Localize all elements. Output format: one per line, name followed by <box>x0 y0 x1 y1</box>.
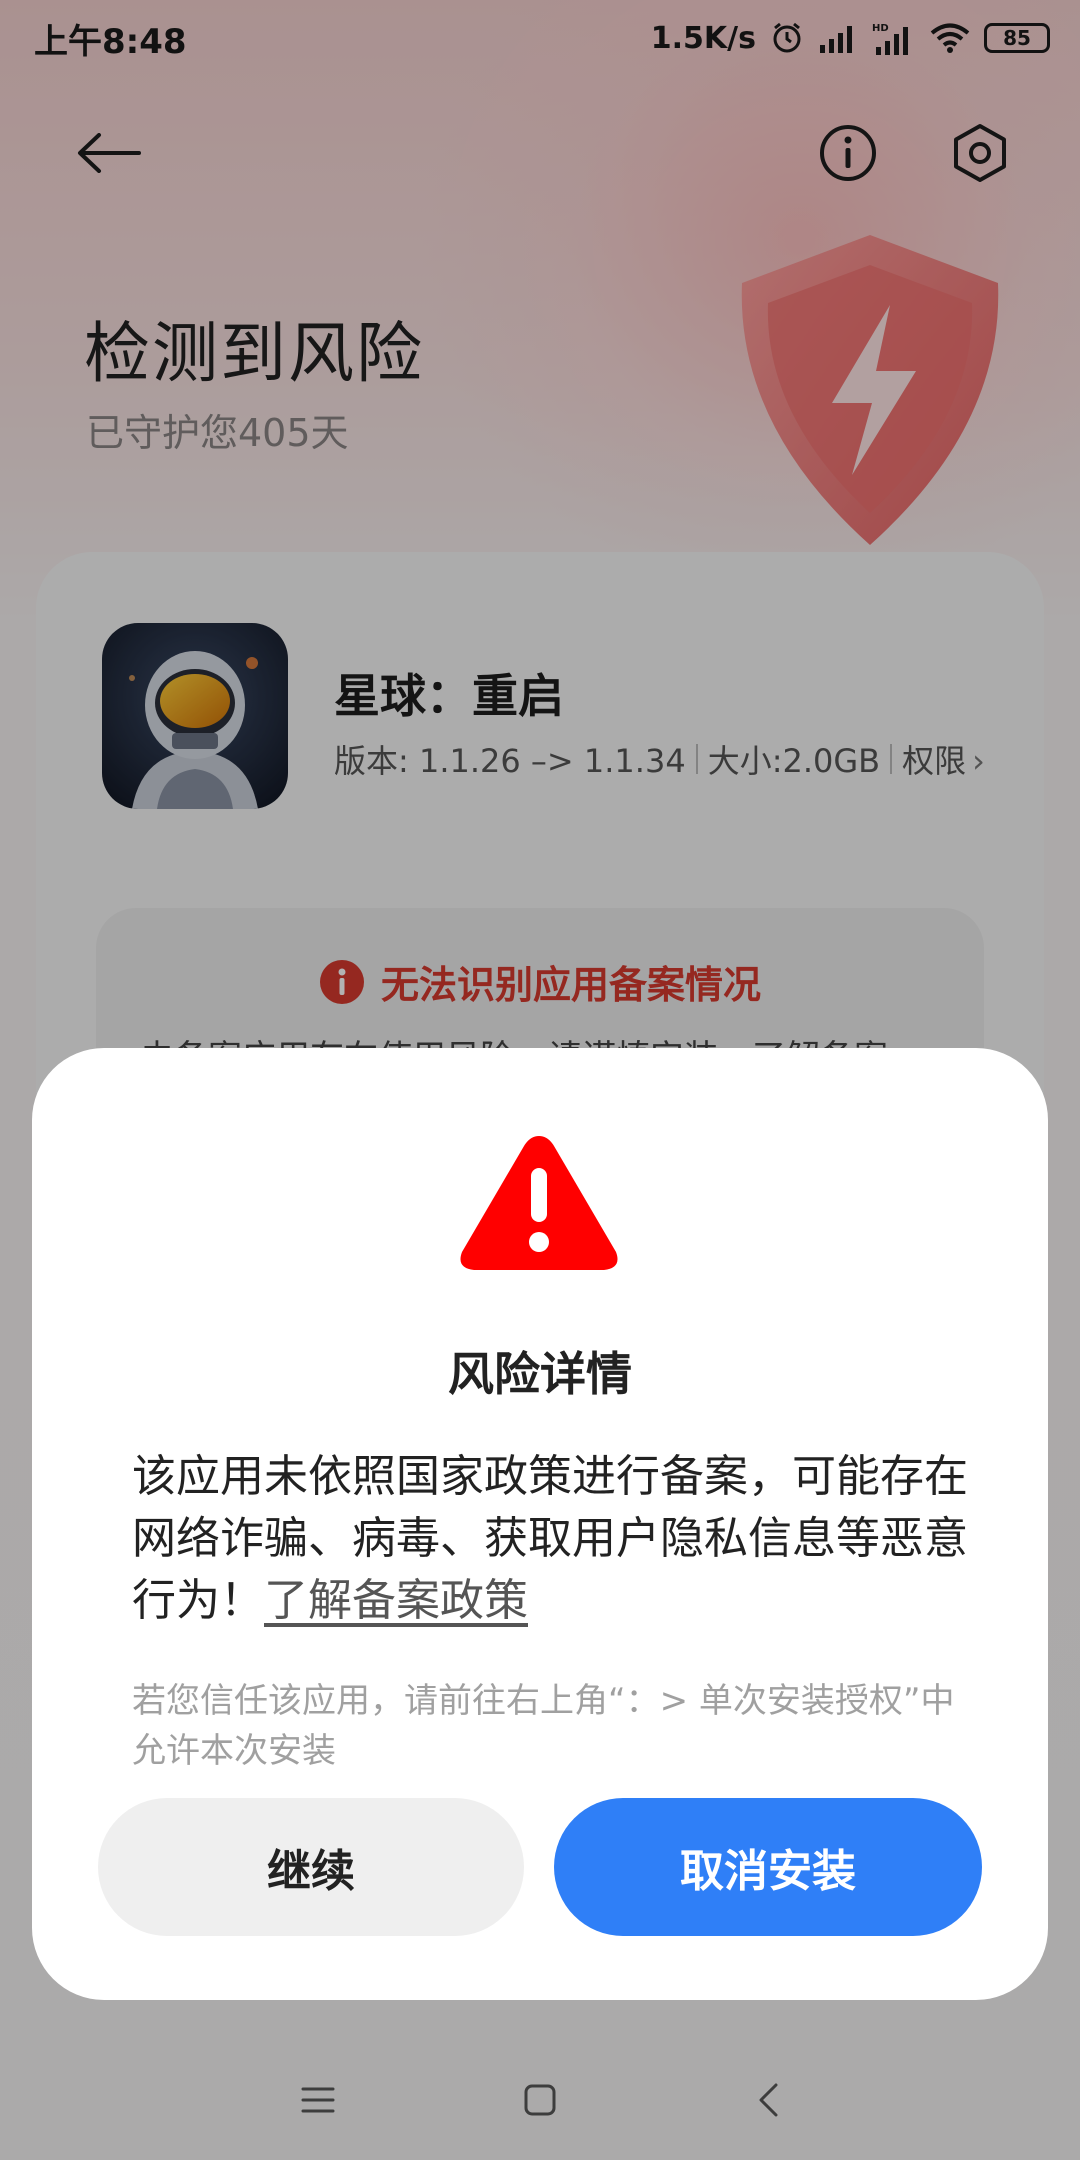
home-button[interactable] <box>500 2060 580 2140</box>
recent-apps-button[interactable] <box>278 2060 358 2140</box>
nav-back-icon <box>759 2083 778 2117</box>
policy-link[interactable]: 了解备案政策 <box>264 1575 528 1626</box>
continue-button[interactable]: 继续 <box>98 1798 524 1936</box>
dialog-hint: 若您信任该应用，请前往右上角“：> 单次安装授权”中允许本次安装 <box>132 1681 955 1771</box>
risk-dialog: 风险详情 该应用未依照国家政策进行备案，可能存在网络诈骗、病毒、获取用户隐私信息… <box>32 1048 1048 2000</box>
navigation-bar <box>0 2040 1080 2160</box>
alert-icon <box>460 1136 618 1270</box>
dialog-title: 风险详情 <box>448 1347 632 1401</box>
screen: 上午8:48 1.5K/s HD 85 检测到风险 已守护您405天 星球：重启… <box>0 0 1080 2160</box>
cancel-install-button[interactable]: 取消安装 <box>554 1798 982 1936</box>
system-back-button[interactable] <box>728 2060 808 2140</box>
home-icon <box>524 2084 556 2116</box>
dialog-message-text: 该应用未依照国家政策进行备案，可能存在网络诈骗、病毒、获取用户隐私信息等恶意行为… <box>132 1451 968 1626</box>
dialog-message: 该应用未依照国家政策进行备案，可能存在网络诈骗、病毒、获取用户隐私信息等恶意行为… <box>132 1446 972 1632</box>
menu-icon <box>301 2087 335 2113</box>
